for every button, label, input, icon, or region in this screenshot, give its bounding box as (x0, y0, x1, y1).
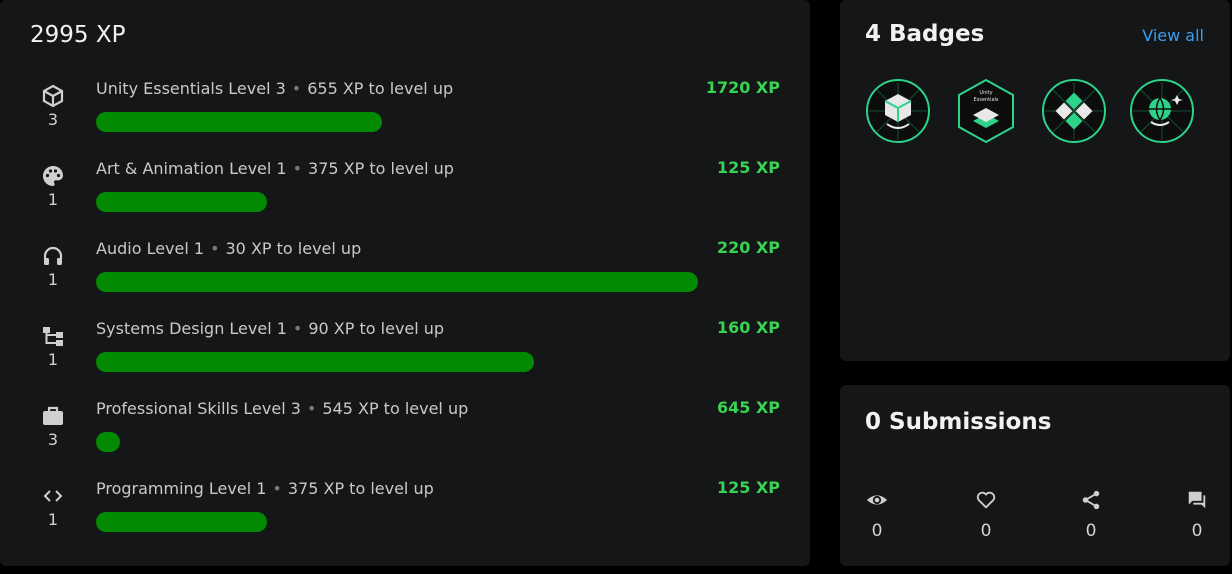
xp-panel: 2995 XP 3 Unity Essentials Level 3 • 655 X… (0, 0, 810, 566)
likes-count: 0 (980, 521, 992, 541)
skill-name: Art & Animation Level 1 • 375 XP to level … (96, 159, 454, 178)
total-xp: 2995 XP (30, 22, 126, 48)
skill-progress-track (96, 352, 780, 372)
skill-progress-track (96, 512, 780, 532)
eye-icon (866, 489, 888, 511)
skill-level: 1 (47, 510, 59, 529)
skill-progress-track (96, 432, 780, 452)
comments-stat[interactable]: 0 (1177, 489, 1217, 541)
badge-label-bottom: Essentials (973, 97, 998, 103)
views-stat[interactable]: 0 (857, 489, 897, 541)
skill-level: 1 (47, 270, 59, 289)
briefcase-icon (41, 404, 65, 428)
skill-row-audio[interactable]: 1 Audio Level 1 • 30 XP to level up 220 XP (0, 230, 810, 310)
skill-row-art-animation[interactable]: 1 Art & Animation Level 1 • 375 XP to leve… (0, 150, 810, 230)
badges-panel: 4 Badges View all Unity Essentials (840, 0, 1230, 361)
skill-title: Professional Skills Level 3 (96, 399, 301, 418)
badge-label-top: Unity (979, 90, 992, 96)
likes-stat[interactable]: 0 (966, 489, 1006, 541)
view-all-link[interactable]: View all (1142, 26, 1204, 45)
skill-xp: 645 XP (716, 398, 780, 417)
skill-progress-bar (96, 192, 267, 212)
skill-row-programming[interactable]: 1 Programming Level 1 • 375 XP to level up… (0, 470, 810, 550)
shares-stat[interactable]: 0 (1071, 489, 1111, 541)
skill-progress-bar (96, 432, 120, 452)
skill-progress-bar (96, 112, 382, 132)
skill-title: Systems Design Level 1 (96, 319, 287, 338)
skill-level: 1 (47, 350, 59, 369)
skill-to-next: 655 XP to level up (307, 79, 454, 98)
skill-level: 1 (47, 190, 59, 209)
skill-to-next: 375 XP to level up (287, 479, 434, 498)
submissions-title: 0 Submissions (865, 409, 1052, 435)
badges-title: 4 Badges (865, 21, 985, 47)
skill-xp: 160 XP (716, 318, 780, 337)
skill-title: Unity Essentials Level 3 (96, 79, 286, 98)
unity-essentials-badge-icon[interactable]: Unity Essentials (953, 78, 1019, 144)
skill-row-professional-skills[interactable]: 3 Professional Skills Level 3 • 545 XP to … (0, 390, 810, 470)
skill-progress-track (96, 112, 780, 132)
share-icon (1080, 489, 1102, 511)
skill-name: Unity Essentials Level 3 • 655 XP to level… (96, 79, 454, 98)
heart-icon (975, 489, 997, 511)
hierarchy-icon (41, 324, 65, 348)
headphones-icon (41, 244, 65, 268)
skill-level: 3 (47, 110, 59, 129)
submissions-panel: 0 Submissions 0 0 0 0 (840, 385, 1230, 566)
skill-xp: 1720 XP (705, 78, 780, 97)
skill-progress-bar (96, 272, 698, 292)
comment-icon (1186, 489, 1208, 511)
skill-name: Programming Level 1 • 375 XP to level up (96, 479, 434, 498)
unity-cube-icon (41, 84, 65, 108)
skill-title: Art & Animation Level 1 (96, 159, 287, 178)
skill-to-next: 90 XP to level up (308, 319, 445, 338)
skill-xp: 125 XP (716, 158, 780, 177)
views-count: 0 (871, 521, 883, 541)
skill-progress-track (96, 192, 780, 212)
skill-progress-bar (96, 352, 534, 372)
skill-progress-track (96, 272, 780, 292)
skill-xp: 220 XP (716, 238, 780, 257)
skill-name: Systems Design Level 1 • 90 XP to level up (96, 319, 445, 338)
cube-badge-icon[interactable] (865, 78, 931, 144)
skill-to-next: 375 XP to level up (308, 159, 454, 178)
code-icon (41, 484, 65, 508)
skill-title: Programming Level 1 (96, 479, 267, 498)
skill-level: 3 (47, 430, 59, 449)
skill-to-next: 30 XP to level up (225, 239, 362, 258)
shares-count: 0 (1085, 521, 1097, 541)
skill-xp: 125 XP (716, 478, 780, 497)
globe-badge-icon[interactable] (1129, 78, 1195, 144)
skill-row-systems-design[interactable]: 1 Systems Design Level 1 • 90 XP to level … (0, 310, 810, 390)
palette-icon (41, 164, 65, 188)
skill-progress-bar (96, 512, 267, 532)
skill-to-next: 545 XP to level up (322, 399, 469, 418)
skill-title: Audio Level 1 (96, 239, 205, 258)
skill-name: Audio Level 1 • 30 XP to level up (96, 239, 362, 258)
comments-count: 0 (1191, 521, 1203, 541)
skill-row-unity-essentials[interactable]: 3 Unity Essentials Level 3 • 655 XP to lev… (0, 70, 810, 150)
skill-name: Professional Skills Level 3 • 545 XP to le… (96, 399, 469, 418)
grid-badge-icon[interactable] (1041, 78, 1107, 144)
